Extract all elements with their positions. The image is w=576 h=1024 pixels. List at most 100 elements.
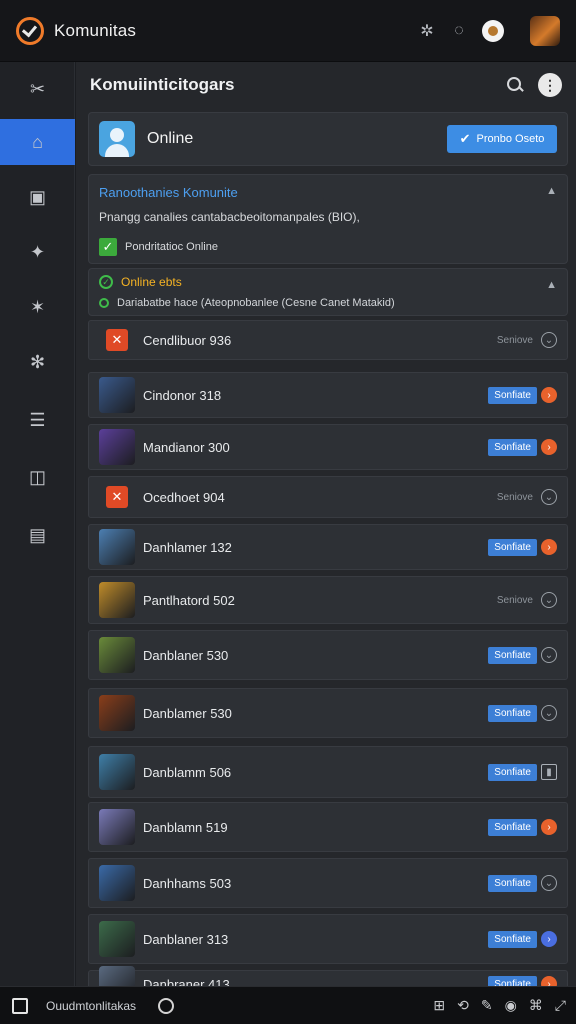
chevron-circle-icon[interactable]: ⌄ bbox=[541, 332, 557, 348]
game-thumbnail bbox=[99, 529, 135, 565]
item-name: Danblamn 519 bbox=[143, 819, 228, 835]
item-name: Pantlhatord 502 bbox=[143, 592, 235, 608]
list-item[interactable]: Danblaner 530 Sonfiate ⌄ bbox=[88, 630, 568, 680]
sidebar-item-games[interactable]: ✦ bbox=[0, 229, 75, 275]
taskbar-label[interactable]: Ouudmtonlitakas bbox=[46, 999, 136, 1013]
game-thumbnail bbox=[99, 637, 135, 673]
chevron-circle-icon[interactable]: ⌄ bbox=[541, 592, 557, 608]
status-badge[interactable]: Sonfiate bbox=[488, 386, 537, 404]
app-title: Komunitas bbox=[54, 20, 137, 40]
online-description: Dariabatbe hace (Ateopnobanlee (Cesne Ca… bbox=[117, 297, 395, 309]
online-checkbox[interactable]: ✓ Pondritatioc Online bbox=[99, 238, 557, 256]
camera-icon[interactable]: ⌘ bbox=[529, 997, 543, 1014]
item-name: Ocedhoet 904 bbox=[143, 489, 225, 505]
check-icon: ✔ bbox=[459, 131, 471, 146]
grey-circle-icon[interactable]: ⌄ bbox=[541, 705, 557, 721]
game-thumbnail bbox=[99, 809, 135, 845]
status-text: Seniove bbox=[496, 334, 533, 346]
item-name: Danblaner 313 bbox=[143, 931, 229, 947]
status-badge[interactable]: Sonfiate bbox=[488, 874, 537, 892]
main-panel: Komuiinticitogars ⋮ Online ✔ Pronbo Oset… bbox=[76, 62, 576, 1002]
game-thumbnail bbox=[99, 377, 135, 413]
status-badge[interactable]: Sonfiate bbox=[488, 930, 537, 948]
chevron-circle-icon[interactable]: ⌄ bbox=[541, 489, 557, 505]
sidebar-item-tools[interactable]: ✂ bbox=[0, 66, 75, 112]
sidebar-item-settings[interactable]: ✻ bbox=[0, 339, 75, 385]
item-name: Danblamm 506 bbox=[143, 764, 232, 780]
game-thumbnail bbox=[99, 429, 135, 465]
orange-circle-icon[interactable]: › bbox=[541, 387, 557, 403]
status-button[interactable]: ✔ Pronbo Oseto bbox=[447, 125, 557, 153]
list-item[interactable]: ✕ Cendlibuor 936 Seniove ⌄ bbox=[88, 320, 568, 360]
panel-icon: ▤ bbox=[28, 524, 46, 545]
list-item[interactable]: Danhlamer 132 Sonfiate › bbox=[88, 524, 568, 570]
status-badge[interactable]: Sonfiate bbox=[488, 704, 537, 722]
search-icon[interactable] bbox=[506, 76, 524, 94]
more-icon[interactable]: ⋮ bbox=[538, 73, 562, 97]
status-badge[interactable]: Sonfiate bbox=[488, 818, 537, 836]
info-card: Ranoothanies Komunite ▲ Pnangg canalies … bbox=[88, 174, 568, 264]
orange-circle-icon[interactable]: › bbox=[541, 819, 557, 835]
game-thumbnail bbox=[99, 754, 135, 790]
list-icon: ☰ bbox=[29, 409, 46, 430]
sidebar-item-favorites[interactable]: ✶ bbox=[0, 284, 75, 330]
list-item[interactable]: ✕ Ocedhoet 904 Seniove ⌄ bbox=[88, 476, 568, 518]
gamepad-icon[interactable]: ⊞ bbox=[433, 997, 445, 1014]
status-card: Online ✔ Pronbo Oseto bbox=[88, 112, 568, 166]
list-item[interactable]: Danblamm 506 Sonfiate ▮ bbox=[88, 746, 568, 798]
sidebar-item-list[interactable]: ☰ bbox=[0, 397, 75, 443]
item-actions: Seniove ⌄ bbox=[497, 592, 557, 608]
chevron-up-icon[interactable]: ▲ bbox=[546, 185, 557, 197]
status-button-label: Pronbo Oseto bbox=[476, 133, 545, 145]
item-name: Danblamer 530 bbox=[143, 705, 232, 721]
avatar[interactable] bbox=[530, 15, 560, 46]
status-text: Seniove bbox=[496, 491, 533, 503]
sidebar-item-panel[interactable]: ▤ bbox=[0, 512, 75, 558]
status-label: Online bbox=[147, 130, 194, 147]
item-name: Cendlibuor 936 bbox=[143, 332, 232, 348]
blue-circle-icon[interactable]: › bbox=[541, 931, 557, 947]
grey-circle-icon[interactable]: ⌄ bbox=[541, 875, 557, 891]
start-icon[interactable] bbox=[12, 997, 28, 1014]
list-item[interactable]: Mandianor 300 Sonfiate › bbox=[88, 424, 568, 470]
image-icon: ▣ bbox=[28, 186, 46, 207]
record-icon[interactable]: ◉ bbox=[505, 997, 517, 1014]
orange-circle-icon[interactable]: › bbox=[541, 539, 557, 555]
status-badge[interactable]: Sonfiate bbox=[488, 763, 537, 781]
expand-icon[interactable]: ⤢ bbox=[555, 997, 566, 1014]
info-title: Ranoothanies Komunite bbox=[99, 185, 238, 200]
gear-icon: ✻ bbox=[29, 351, 46, 372]
sidebar-item-gallery[interactable]: ▣ bbox=[0, 174, 75, 220]
settings-icon[interactable]: ✲ bbox=[418, 22, 436, 40]
chevron-up-icon[interactable]: ▲ bbox=[546, 279, 557, 291]
share-icon[interactable]: ⟲ bbox=[457, 997, 469, 1014]
status-badge[interactable]: Sonfiate bbox=[488, 438, 537, 456]
game-thumbnail bbox=[99, 865, 135, 901]
list-item[interactable]: Danblaner 313 Sonfiate › bbox=[88, 914, 568, 964]
list-item[interactable]: Danhhams 503 Sonfiate ⌄ bbox=[88, 858, 568, 908]
user-avatar bbox=[99, 121, 135, 157]
list-item[interactable]: Pantlhatord 502 Seniove ⌄ bbox=[88, 576, 568, 624]
search-icon[interactable]: ◌ bbox=[450, 22, 468, 40]
search-icon[interactable] bbox=[158, 997, 175, 1014]
list-item[interactable]: Cindonor 318 Sonfiate › bbox=[88, 372, 568, 418]
grey-circle-icon[interactable]: ⌄ bbox=[541, 647, 557, 663]
square-icon[interactable]: ▮ bbox=[541, 764, 557, 780]
status-badge[interactable]: Sonfiate bbox=[488, 538, 537, 556]
profile-icon[interactable] bbox=[482, 19, 504, 42]
sidebar-item-activity[interactable]: ◫ bbox=[0, 454, 75, 500]
game-icon: ✦ bbox=[29, 241, 46, 262]
item-actions: Sonfiate › bbox=[488, 818, 557, 836]
item-name: Danhlamer 132 bbox=[143, 539, 232, 555]
list-item[interactable]: Danblamer 530 Sonfiate ⌄ bbox=[88, 688, 568, 738]
item-actions: Sonfiate › bbox=[488, 386, 557, 404]
game-thumbnail bbox=[99, 695, 135, 731]
orange-circle-icon[interactable]: › bbox=[541, 439, 557, 455]
sidebar-item-home[interactable]: ⌂ bbox=[0, 119, 75, 165]
list-item[interactable]: Danblamn 519 Sonfiate › bbox=[88, 802, 568, 852]
pen-icon[interactable]: ✎ bbox=[481, 997, 493, 1014]
main-header: Komuiinticitogars ⋮ bbox=[76, 62, 576, 108]
item-actions: Sonfiate › bbox=[488, 538, 557, 556]
status-badge[interactable]: Sonfiate bbox=[488, 646, 537, 664]
online-title: Online ebts bbox=[121, 275, 182, 289]
